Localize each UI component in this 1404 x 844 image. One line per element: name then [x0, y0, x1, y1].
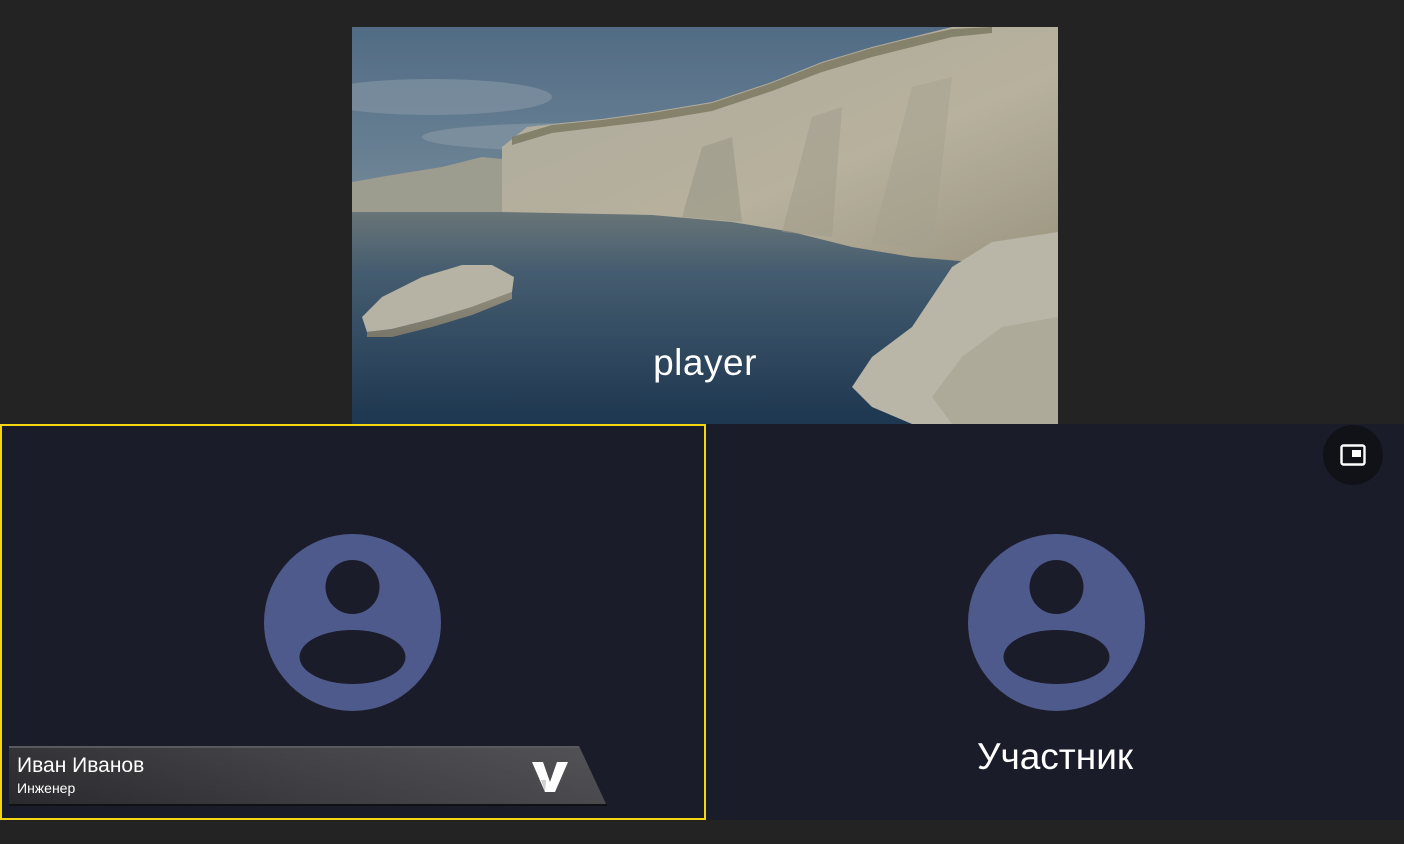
player-label: player [653, 342, 757, 383]
picture-in-picture-button[interactable] [1323, 425, 1383, 485]
participant-tile-local[interactable]: Иван Иванов Инженер [0, 424, 706, 820]
lower-third-nameplate: Иван Иванов Инженер [9, 746, 609, 808]
user-avatar-icon [264, 534, 441, 711]
participant-name: Иван Иванов [17, 754, 145, 777]
participant-title: Инженер [17, 780, 76, 796]
participant-name: Участник [976, 736, 1134, 777]
participant-tile-remote[interactable]: Участник [706, 424, 1404, 820]
picture-in-picture-icon [1340, 444, 1366, 466]
conference-stage: player Иван Иванов Инженер Участник [0, 0, 1404, 844]
bottom-bar [0, 820, 1404, 844]
user-avatar-icon [968, 534, 1145, 711]
video-player[interactable]: player [352, 27, 1058, 424]
v-logo-icon [532, 762, 568, 792]
